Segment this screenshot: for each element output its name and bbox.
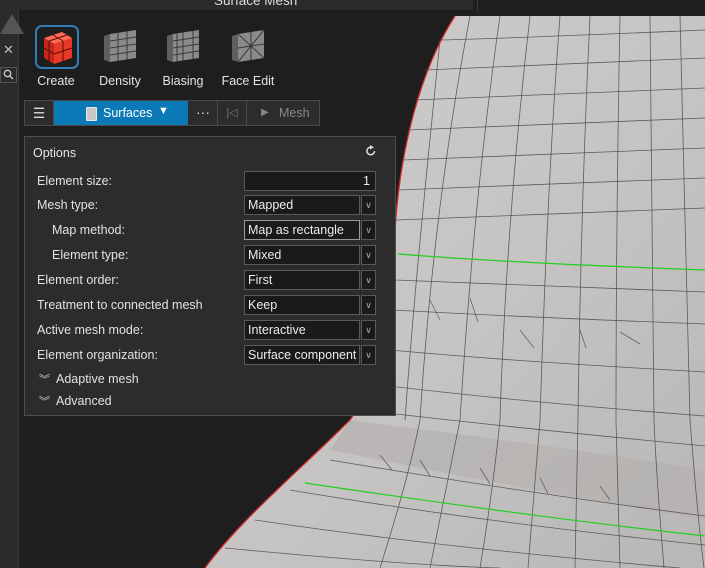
advanced-section-toggle[interactable]: ︾ Advanced [39,393,112,409]
chevron-down-icon: ▼ [158,105,169,117]
chevron-down-icon[interactable]: ∨ [361,320,376,340]
element-order-select[interactable]: First [244,270,360,290]
biasing-tool-label: Biasing [162,74,204,88]
element-order-row: Element order: First ∨ [25,270,397,292]
face-edit-icon [226,24,270,68]
density-tool-button[interactable]: Density [88,24,152,88]
density-icon [98,24,142,68]
element-organization-label: Element organization: [37,348,158,362]
mesh-run-button[interactable]: ▶ Mesh [247,101,319,125]
close-icon[interactable]: ✕ [0,42,17,58]
element-type-select[interactable]: Mixed [244,245,360,265]
surfaces-selector-button[interactable]: Surfaces ▼ [54,101,188,125]
map-method-select[interactable]: Map as rectangle [244,220,360,240]
map-method-label: Map method: [52,223,125,237]
double-chevron-down-icon: ︾ [39,396,50,408]
map-method-row: Map method: Map as rectangle ∨ [25,220,397,242]
divider [477,0,478,12]
element-size-input[interactable]: 1 [244,171,376,191]
mesh-type-label: Mesh type: [37,198,99,212]
chevron-down-icon[interactable]: ∨ [361,295,376,315]
adaptive-mesh-section-toggle[interactable]: ︾ Adaptive mesh [39,371,139,387]
treatment-select[interactable]: Keep [244,295,360,315]
element-type-label: Element type: [52,248,129,262]
active-mesh-mode-select[interactable]: Interactive [244,320,360,340]
create-tool-button[interactable]: Create [24,24,88,88]
surfaces-selector-label: Surfaces [103,106,153,120]
element-size-label: Element size: [37,174,113,188]
chevron-down-icon[interactable]: ∨ [361,195,376,215]
tool-title: Surface Mesh [214,0,298,8]
adaptive-mesh-label: Adaptive mesh [56,372,139,386]
search-icon[interactable] [0,67,17,83]
element-organization-row: Element organization: Surface component … [25,345,397,367]
active-mesh-mode-label: Active mesh mode: [37,323,144,337]
chevron-down-icon[interactable]: ∨ [361,345,376,365]
element-organization-select[interactable]: Surface component [244,345,360,365]
chevron-down-icon[interactable]: ∨ [361,220,376,240]
treatment-label: Treatment to connected mesh [37,298,203,312]
biasing-tool-button[interactable]: Biasing [151,24,215,88]
left-side-strip: ✕ [0,0,24,568]
face-edit-tool-button[interactable]: Face Edit [216,24,280,88]
tool-ribbon: Create Density Biasing Face Edit [20,14,400,98]
options-panel: Options Element size: 1 Mesh type: Mappe… [24,136,396,416]
menu-icon[interactable]: ☰ [25,101,54,125]
active-mesh-mode-row: Active mesh mode: Interactive ∨ [25,320,397,342]
element-type-row: Element type: Mixed ∨ [25,245,397,267]
treatment-row: Treatment to connected mesh Keep ∨ [25,295,397,317]
mesh-run-label: Mesh [279,106,310,120]
tool-title-bar: Surface Mesh [18,0,473,10]
chevron-down-icon[interactable]: ∨ [361,245,376,265]
create-mesh-icon [34,24,79,69]
create-tool-label: Create [37,74,75,88]
mesh-type-row: Mesh type: Mapped ∨ [25,195,397,217]
more-options-button[interactable]: ··· [189,101,218,125]
play-icon: ▶ [261,107,269,118]
options-title: Options [33,146,77,160]
density-tool-label: Density [99,74,141,88]
element-order-label: Element order: [37,273,119,287]
face-edit-tool-label: Face Edit [221,74,275,88]
surface-icon [86,107,97,121]
biasing-icon [161,24,205,68]
double-chevron-down-icon: ︾ [39,374,50,386]
skip-back-icon[interactable]: |◁ [218,101,247,125]
mesh-type-select[interactable]: Mapped [244,195,360,215]
element-size-row: Element size: 1 [25,171,397,193]
selection-toolbar: ☰ Surfaces ▼ ··· |◁ ▶ Mesh [24,100,320,126]
advanced-label: Advanced [56,394,112,408]
chevron-down-icon[interactable]: ∨ [361,270,376,290]
reset-icon[interactable] [365,144,377,160]
